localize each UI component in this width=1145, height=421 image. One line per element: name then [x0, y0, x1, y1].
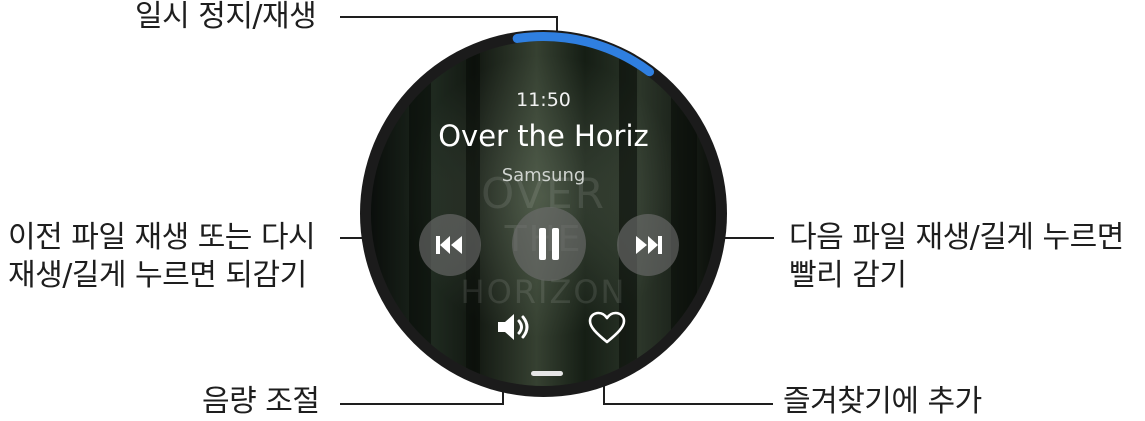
callout-previous: 이전 파일 재생 또는 다시 재생/길게 누르면 되감기: [8, 220, 316, 293]
callout-play-pause: 일시 정지/재생: [135, 0, 317, 34]
watch-bezel: OVER THE HORIZON 11:50 Over the Horiz Sa…: [360, 30, 727, 397]
callout-favorite: 즐겨찾기에 추가: [783, 384, 982, 419]
playback-progress-arc: [512, 32, 655, 77]
callout-next: 다음 파일 재생/길게 누르면 빨리 감기: [789, 220, 1124, 293]
callout-volume: 음량 조절: [202, 384, 320, 419]
